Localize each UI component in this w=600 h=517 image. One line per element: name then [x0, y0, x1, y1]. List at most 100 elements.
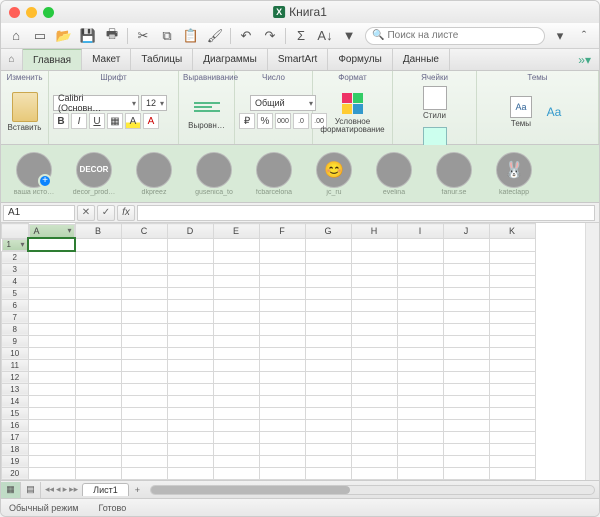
cell-E6[interactable] [213, 299, 259, 311]
cell-I6[interactable] [397, 299, 443, 311]
row-header-3[interactable]: 3 [2, 263, 29, 275]
quick-open-icon[interactable]: 📂 [55, 27, 73, 45]
cell-B2[interactable] [75, 251, 121, 263]
cell-B15[interactable] [75, 407, 121, 419]
story-1[interactable]: DECORdecor_prod… [69, 152, 119, 196]
cell-I13[interactable] [397, 383, 443, 395]
cell-C3[interactable] [121, 263, 167, 275]
bold-button[interactable]: B [53, 113, 69, 129]
fill-color-button[interactable]: A [125, 113, 141, 129]
cell-D3[interactable] [167, 263, 213, 275]
cell-E15[interactable] [213, 407, 259, 419]
cell-F11[interactable] [259, 359, 305, 371]
spreadsheet-grid[interactable]: ABCDEFGHIJK12345678910111213141516171819… [1, 223, 585, 480]
cell-A8[interactable] [28, 323, 75, 335]
view-layout-button[interactable]: ▤ [21, 482, 41, 498]
cell-D12[interactable] [167, 371, 213, 383]
cell-F5[interactable] [259, 287, 305, 299]
row-header-19[interactable]: 19 [2, 455, 29, 467]
fx-button[interactable]: fx [117, 205, 135, 221]
cell-D16[interactable] [167, 419, 213, 431]
quick-home-icon[interactable]: ⌂ [7, 27, 25, 45]
cell-K18[interactable] [489, 443, 535, 455]
quick-copy-icon[interactable]: ⧉ [158, 27, 176, 45]
cell-I4[interactable] [397, 275, 443, 287]
cell-C14[interactable] [121, 395, 167, 407]
tab-formulas[interactable]: Формулы [328, 49, 393, 70]
cell-C8[interactable] [121, 323, 167, 335]
cell-G20[interactable] [305, 467, 351, 479]
cell-H18[interactable] [351, 443, 397, 455]
search-dropdown-icon[interactable]: ▾ [551, 27, 569, 45]
cell-H8[interactable] [351, 323, 397, 335]
cell-H17[interactable] [351, 431, 397, 443]
cell-C16[interactable] [121, 419, 167, 431]
font-color-button[interactable]: A [143, 113, 159, 129]
cell-B17[interactable] [75, 431, 121, 443]
row-header-1[interactable]: 1 [2, 239, 28, 251]
col-header-F[interactable]: F [259, 224, 305, 239]
cell-K19[interactable] [489, 455, 535, 467]
cell-I15[interactable] [397, 407, 443, 419]
quick-format-painter-icon[interactable]: 🖌 [206, 27, 224, 45]
quick-sort-icon[interactable]: A↓ [316, 27, 334, 45]
cell-D20[interactable] [167, 467, 213, 479]
cell-I9[interactable] [397, 335, 443, 347]
cell-C19[interactable] [121, 455, 167, 467]
cell-F10[interactable] [259, 347, 305, 359]
cell-B4[interactable] [75, 275, 121, 287]
cell-J3[interactable] [443, 263, 489, 275]
font-size-select[interactable]: 12 [141, 95, 167, 111]
cell-D11[interactable] [167, 359, 213, 371]
cell-J9[interactable] [443, 335, 489, 347]
cell-A16[interactable] [28, 419, 75, 431]
cell-J21[interactable] [443, 479, 489, 480]
cell-K6[interactable] [489, 299, 535, 311]
window-close[interactable] [9, 7, 20, 18]
cell-J2[interactable] [443, 251, 489, 263]
cell-K8[interactable] [489, 323, 535, 335]
thousands-button[interactable]: 000 [275, 113, 291, 129]
cell-F17[interactable] [259, 431, 305, 443]
sheet-nav-next-icon[interactable]: ▸ [63, 484, 68, 495]
cell-K17[interactable] [489, 431, 535, 443]
cell-B10[interactable] [75, 347, 121, 359]
cell-I10[interactable] [397, 347, 443, 359]
cell-C1[interactable] [121, 238, 167, 251]
cell-K4[interactable] [489, 275, 535, 287]
cell-J1[interactable] [443, 238, 489, 251]
conditional-formatting-button[interactable]: Условное форматирование [316, 89, 388, 136]
cell-B16[interactable] [75, 419, 121, 431]
cell-C12[interactable] [121, 371, 167, 383]
cell-D1[interactable] [167, 238, 213, 251]
cell-E5[interactable] [213, 287, 259, 299]
cell-F14[interactable] [259, 395, 305, 407]
cell-I8[interactable] [397, 323, 443, 335]
dec-less-button[interactable]: .0 [293, 113, 309, 129]
cell-D10[interactable] [167, 347, 213, 359]
tab-tables[interactable]: Таблицы [131, 49, 193, 70]
cell-J18[interactable] [443, 443, 489, 455]
cell-H12[interactable] [351, 371, 397, 383]
fx-confirm-button[interactable]: ✓ [97, 205, 115, 221]
col-header-G[interactable]: G [305, 224, 351, 239]
quick-paste-icon[interactable]: 📋 [182, 27, 200, 45]
styles-button[interactable]: Стили [419, 84, 451, 122]
cell-C15[interactable] [121, 407, 167, 419]
currency-button[interactable]: ₽ [239, 113, 255, 129]
underline-button[interactable]: U [89, 113, 105, 129]
row-header-9[interactable]: 9 [2, 335, 29, 347]
cell-D18[interactable] [167, 443, 213, 455]
cell-B20[interactable] [75, 467, 121, 479]
cell-D15[interactable] [167, 407, 213, 419]
cell-H14[interactable] [351, 395, 397, 407]
cell-K9[interactable] [489, 335, 535, 347]
cell-F6[interactable] [259, 299, 305, 311]
cell-I20[interactable] [397, 467, 443, 479]
row-header-2[interactable]: 2 [2, 251, 29, 263]
cell-F2[interactable] [259, 251, 305, 263]
cell-H6[interactable] [351, 299, 397, 311]
cell-C5[interactable] [121, 287, 167, 299]
cell-C21[interactable] [121, 479, 167, 480]
formula-bar[interactable] [137, 205, 595, 221]
